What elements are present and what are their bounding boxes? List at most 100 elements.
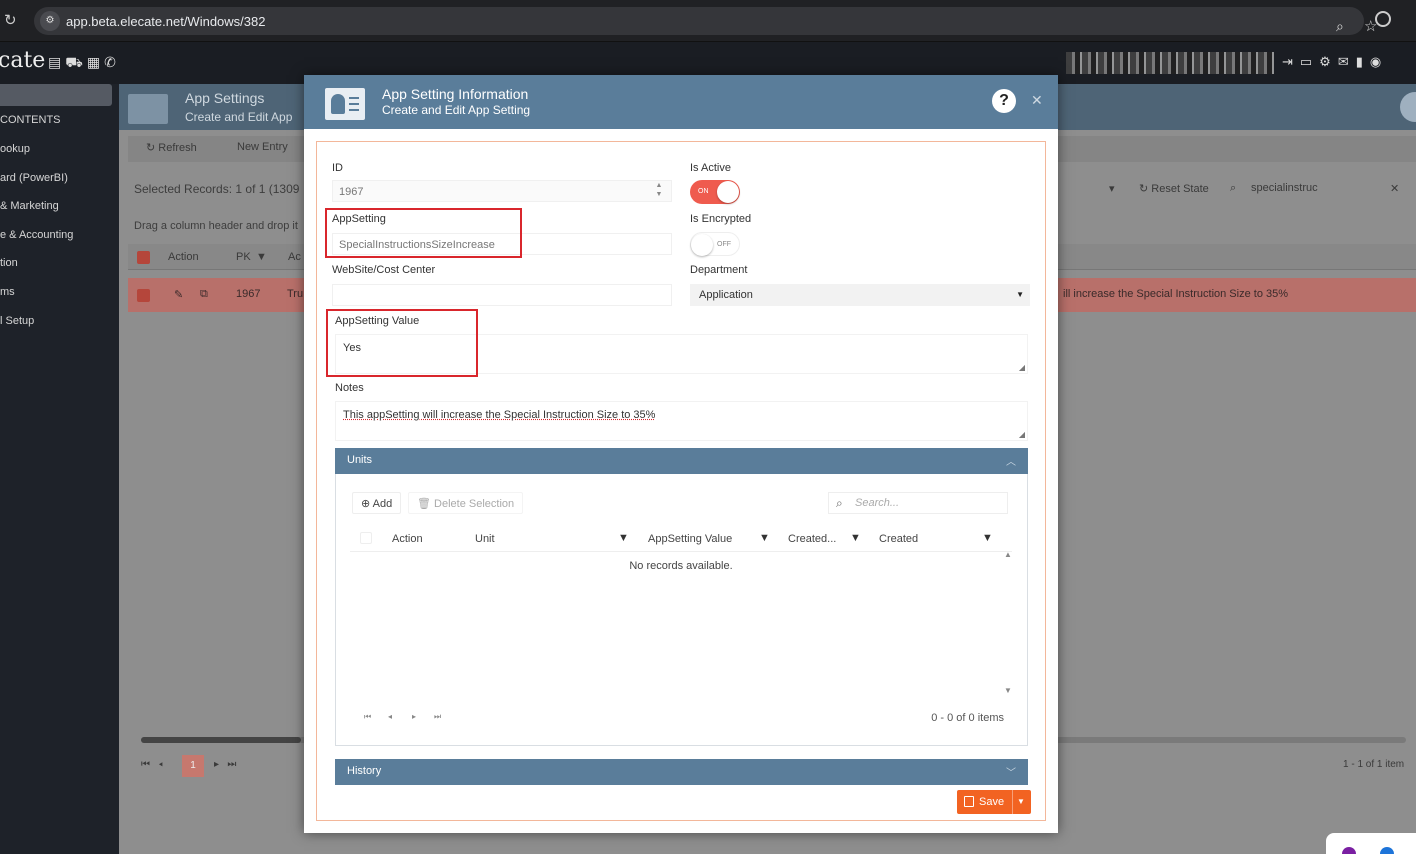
bg-round-button[interactable]	[1400, 92, 1416, 122]
bg-row-notes: ill increase the Special Instruction Siz…	[1063, 288, 1289, 300]
app-logo[interactable]: cate	[0, 48, 45, 73]
modal-title: App Setting Information	[382, 86, 529, 102]
address-bar[interactable]: ⚙ app.beta.elecate.net/Windows/382 ⌕ ☆	[34, 7, 1377, 35]
close-icon[interactable]: ✕	[1031, 92, 1043, 109]
is-encrypted-toggle[interactable]: OFF	[690, 232, 740, 256]
bg-select-all-checkbox[interactable]	[137, 251, 150, 264]
notes-text: This appSetting will increase the Specia…	[343, 409, 656, 421]
zoom-icon[interactable]: ⌕	[1336, 18, 1344, 35]
sidebar-item-contents[interactable]: CONTENTS	[0, 114, 61, 126]
sidebar-search-input[interactable]	[0, 84, 112, 106]
units-title: Units	[347, 454, 373, 466]
bg-pager-next-last[interactable]: ▸ ⏭	[214, 759, 236, 770]
bg-col-pk[interactable]: PK	[236, 251, 251, 263]
edit-icon[interactable]: ✎	[174, 288, 183, 301]
department-select[interactable]: Application ▼	[690, 284, 1030, 306]
reload-icon[interactable]: ↻	[4, 11, 17, 29]
sidebar-item-dashboard[interactable]: ard (PowerBI)	[0, 172, 68, 184]
notes-textarea[interactable]: This appSetting will increase the Specia…	[335, 401, 1028, 441]
scroll-down-icon[interactable]: ▼	[1004, 686, 1012, 695]
sidebar-item-marketing[interactable]: & Marketing	[0, 200, 59, 212]
units-col-action[interactable]: Action	[392, 533, 423, 545]
sidebar-item-lookup[interactable]: ookup	[0, 143, 30, 155]
bg-new-entry-button[interactable]: New Entry	[237, 141, 288, 153]
sidebar-item-accounting[interactable]: e & Accounting	[0, 229, 73, 241]
units-col-created-by[interactable]: Created...	[788, 533, 836, 545]
extension-icon[interactable]	[1380, 847, 1394, 854]
id-spinner[interactable]: ▲ ▼	[653, 181, 665, 201]
website-field[interactable]	[332, 284, 672, 306]
url-text[interactable]: app.beta.elecate.net/Windows/382	[66, 14, 265, 29]
reset-icon: ↻	[1139, 183, 1152, 195]
corner-widget	[1326, 833, 1416, 854]
units-grid-header: Action Unit ▼ AppSetting Value ▼ Created…	[350, 526, 1012, 552]
app-settings-icon	[128, 94, 168, 124]
filter-icon[interactable]: ▼	[850, 532, 861, 544]
last-page-icon[interactable]: ⏭	[434, 712, 441, 722]
chevron-down-icon: ▼	[1016, 290, 1024, 299]
bg-col-ac[interactable]: Ac	[288, 251, 301, 263]
bg-search-input[interactable]: specialinstruc	[1251, 182, 1318, 194]
sidebar-item-ms[interactable]: ms	[0, 286, 15, 298]
bg-page-current[interactable]: 1	[182, 755, 204, 777]
prev-page-icon[interactable]: ◂	[388, 712, 392, 721]
bg-clear-search-icon[interactable]: ✕	[1390, 182, 1399, 195]
chevron-down-icon[interactable]: ﹀	[1006, 764, 1016, 779]
contact-card-icon	[325, 88, 365, 120]
header-quick-icons[interactable]: ▤⛟▦✆	[48, 54, 120, 73]
history-panel-header[interactable]: History ﹀	[335, 759, 1028, 785]
next-page-icon[interactable]: ▸	[412, 712, 416, 721]
department-value: Application	[699, 289, 753, 301]
bg-row-pk: 1967	[236, 288, 261, 300]
extension-icon[interactable]	[1342, 847, 1356, 854]
units-col-appsetting-value[interactable]: AppSetting Value	[648, 533, 732, 545]
units-col-unit[interactable]: Unit	[475, 533, 495, 545]
resize-handle-icon[interactable]: ◢	[1019, 430, 1025, 439]
units-vertical-scrollbar[interactable]: ▲ ▼	[1004, 550, 1014, 700]
is-encrypted-label: Is Encrypted	[690, 213, 752, 225]
bg-pager-first-prev[interactable]: ⏮ ◂	[141, 759, 163, 770]
chevron-up-icon[interactable]: ︿	[1006, 453, 1016, 468]
copy-icon[interactable]: ⧉	[200, 288, 208, 301]
browser-toolbar: ↻ ⚙ app.beta.elecate.net/Windows/382 ⌕ ☆	[0, 0, 1416, 42]
units-col-created[interactable]: Created	[879, 533, 918, 545]
first-page-icon[interactable]: ⏮	[364, 712, 371, 722]
filter-icon[interactable]: ▼	[982, 532, 993, 544]
save-options-dropdown[interactable]: ▼	[1017, 797, 1025, 806]
bg-scroll-thumb[interactable]	[141, 737, 301, 743]
is-active-toggle[interactable]: ON	[690, 180, 740, 204]
scroll-up-icon[interactable]: ▲	[1004, 550, 1012, 559]
save-button[interactable]: Save ▼	[957, 790, 1031, 814]
units-select-all-checkbox[interactable]	[360, 532, 372, 544]
save-split-divider	[1012, 790, 1013, 814]
units-panel-header[interactable]: Units ︿	[335, 448, 1028, 474]
bg-page-title: App Settings	[185, 90, 265, 106]
sidebar-item-tion[interactable]: tion	[0, 257, 18, 269]
delete-selection-button[interactable]: 🗑 Delete Selection	[408, 492, 524, 514]
bg-reset-state-button[interactable]: ↻ Reset State	[1139, 182, 1209, 195]
redacted-user-info	[1066, 52, 1274, 74]
id-field[interactable]: 1967	[332, 180, 672, 202]
filter-icon[interactable]: ▼	[256, 251, 267, 263]
resize-handle-icon[interactable]: ◢	[1019, 363, 1025, 372]
bg-row-checkbox[interactable]	[137, 289, 150, 302]
units-search-input[interactable]: Search...	[828, 492, 1008, 514]
bg-dropdown-caret[interactable]: ▾	[1109, 182, 1115, 195]
department-label: Department	[690, 264, 748, 276]
units-pager: ⏮ ◂ ▸ ⏭ 0 - 0 of 0 items	[350, 706, 1012, 730]
units-panel-body: ⊕ Add 🗑 Delete Selection ⌕ Search... Act…	[335, 474, 1028, 746]
sidebar-item-setup[interactable]: l Setup	[0, 315, 34, 327]
bg-refresh-button[interactable]: ↻ Refresh	[146, 141, 197, 154]
units-pager-info: 0 - 0 of 0 items	[931, 712, 1004, 724]
help-icon[interactable]: ?	[992, 89, 1016, 113]
bg-search-icon: ⌕	[1230, 182, 1237, 194]
bg-col-action[interactable]: Action	[168, 251, 199, 263]
bg-pager-info: 1 - 1 of 1 item	[1343, 759, 1405, 770]
site-info-icon[interactable]: ⚙	[40, 11, 60, 31]
add-button[interactable]: ⊕ Add	[352, 492, 402, 514]
filter-icon[interactable]: ▼	[759, 532, 770, 544]
refresh-icon: ↻	[146, 142, 159, 154]
profile-icon[interactable]	[1375, 11, 1391, 27]
header-action-icons[interactable]: ⇥▭⚙✉▮◉	[1282, 54, 1388, 70]
filter-icon[interactable]: ▼	[618, 532, 629, 544]
